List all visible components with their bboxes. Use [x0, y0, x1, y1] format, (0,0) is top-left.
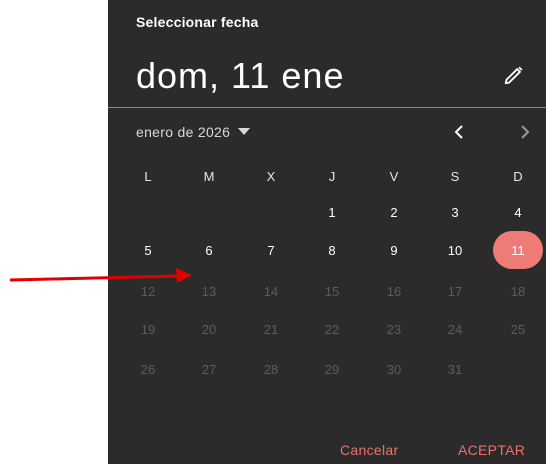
day-number: 8	[328, 242, 336, 258]
day-number: 16	[386, 283, 402, 299]
weekday-header: V	[389, 168, 399, 184]
day-number: 12	[140, 283, 156, 299]
weekday-header: L	[144, 168, 152, 184]
day-number: 17	[447, 283, 463, 299]
day-number: 1	[328, 204, 336, 220]
day-cell[interactable]: 8	[312, 238, 352, 262]
day-number: 2	[390, 204, 398, 220]
day-cell: 31	[435, 357, 475, 381]
day-number: 23	[386, 321, 402, 337]
day-cell: 27	[189, 357, 229, 381]
day-cell: 16	[374, 279, 414, 303]
day-cell: 21	[251, 317, 291, 341]
day-cell[interactable]: 4	[498, 200, 538, 224]
month-year-label: enero de 2026	[136, 124, 231, 140]
day-number: 19	[140, 321, 156, 337]
day-number: 30	[386, 361, 402, 377]
day-number: 3	[451, 204, 459, 220]
day-number: 20	[201, 321, 217, 337]
day-cell[interactable]: 6	[189, 238, 229, 262]
day-cell[interactable]: 7	[251, 238, 291, 262]
day-number: 7	[267, 242, 275, 258]
day-cell: 19	[128, 317, 168, 341]
weekday-header: X	[266, 168, 276, 184]
day-number: 4	[514, 204, 522, 220]
day-cell[interactable]: 9	[374, 238, 414, 262]
day-cell[interactable]: 2	[374, 200, 414, 224]
dialog-title: Seleccionar fecha	[136, 14, 259, 30]
weekday-header: S	[450, 168, 460, 184]
day-cell[interactable]: 1	[312, 200, 352, 224]
day-number: 21	[263, 321, 279, 337]
cancel-button[interactable]: Cancelar	[340, 442, 398, 458]
day-cell: 28	[251, 357, 291, 381]
day-cell: 22	[312, 317, 352, 341]
day-number: 28	[263, 361, 279, 377]
day-number: 24	[447, 321, 463, 337]
day-cell: 23	[374, 317, 414, 341]
chevron-left-icon[interactable]	[452, 124, 466, 140]
day-number: 15	[324, 283, 340, 299]
day-cell[interactable]: 3	[435, 200, 475, 224]
weekday-header: J	[328, 168, 336, 184]
day-cell-selected[interactable]: 11	[493, 231, 543, 269]
day-cell: 17	[435, 279, 475, 303]
day-cell: 18	[498, 279, 538, 303]
day-cell: 14	[251, 279, 291, 303]
chevron-right-icon[interactable]	[518, 124, 532, 140]
day-number: 22	[324, 321, 340, 337]
day-number: 26	[140, 361, 156, 377]
month-year-dropdown[interactable]: enero de 2026	[136, 122, 251, 142]
day-number: 27	[201, 361, 217, 377]
day-cell[interactable]: 10	[435, 238, 475, 262]
day-cell: 15	[312, 279, 352, 303]
day-cell: 30	[374, 357, 414, 381]
annotation-arrow-icon	[9, 268, 192, 283]
day-number: 5	[144, 242, 152, 258]
weekday-header: M	[203, 168, 215, 184]
day-number: 29	[324, 361, 340, 377]
day-cell: 29	[312, 357, 352, 381]
day-cell[interactable]: 5	[128, 238, 168, 262]
weekday-header: D	[513, 168, 523, 184]
pencil-icon[interactable]	[503, 64, 525, 86]
day-number: 6	[205, 242, 213, 258]
accept-button[interactable]: ACEPTAR	[458, 442, 525, 458]
header-divider	[108, 107, 546, 108]
day-number: 18	[510, 283, 526, 299]
day-number: 10	[447, 242, 463, 258]
day-number: 25	[510, 321, 526, 337]
day-number: 14	[263, 283, 279, 299]
day-cell: 24	[435, 317, 475, 341]
day-number: 31	[447, 361, 463, 377]
day-cell: 25	[498, 317, 538, 341]
day-cell: 20	[189, 317, 229, 341]
caret-down-icon	[238, 128, 251, 135]
day-number: 11	[511, 242, 525, 258]
day-number: 9	[390, 242, 398, 258]
selected-date-display: dom, 11 ene	[136, 55, 345, 96]
day-number: 13	[201, 283, 217, 299]
day-cell: 26	[128, 357, 168, 381]
date-picker-dialog: Seleccionar fecha dom, 11 ene enero de 2…	[108, 0, 546, 464]
